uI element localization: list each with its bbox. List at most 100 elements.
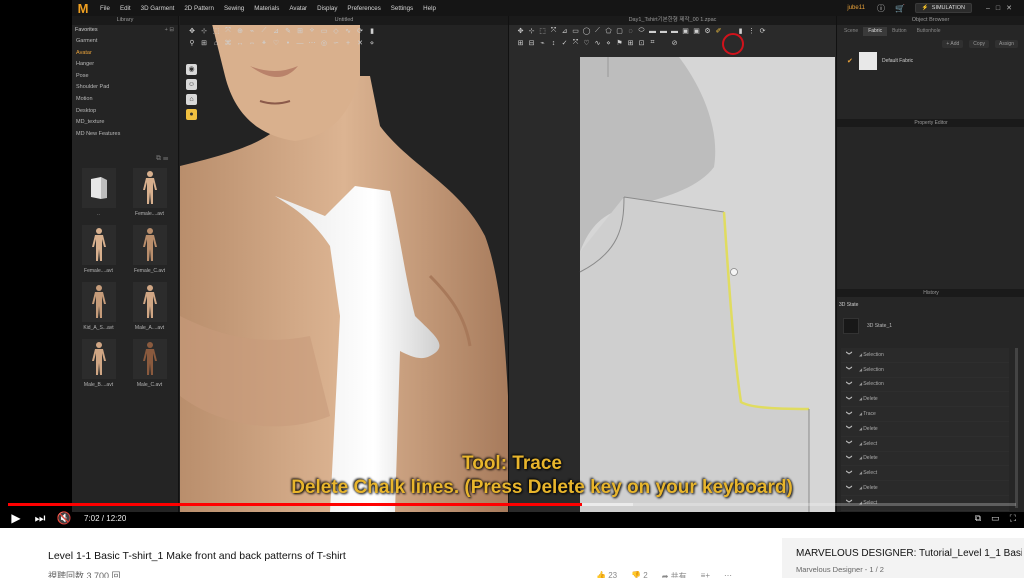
loop-icon[interactable]: ⟳ bbox=[354, 27, 366, 35]
box-3-icon[interactable]: ⊞ bbox=[625, 39, 636, 47]
select-icon[interactable]: ⬚ bbox=[210, 27, 222, 35]
playlist-panel[interactable]: MARVELOUS DESIGNER: Tutorial_Level 1_1 B… bbox=[782, 538, 1024, 578]
viewport-2d[interactable]: Day1_Tshirt기본한형 제작_00 1.zpac ✥ ⊹ ⬚ ⤧ ⊿ ▭ ◯ ⟋ ⬠ ▢ ◌… bbox=[508, 16, 836, 512]
expand-icon[interactable]: ❯ bbox=[846, 366, 853, 374]
ruler-icon[interactable]: ⊞ bbox=[294, 27, 306, 35]
favorite-item-motion[interactable]: Motion bbox=[72, 94, 178, 106]
brush-icon[interactable]: ⟋ bbox=[258, 27, 270, 35]
heart-2-icon[interactable]: ♡ bbox=[581, 39, 592, 47]
bar-icon[interactable]: ▮ bbox=[366, 27, 378, 35]
plus-icon[interactable]: + bbox=[342, 40, 354, 47]
fabric-row[interactable]: ✔ Default Fabric bbox=[837, 52, 1024, 70]
favorite-item-shoulder-pad[interactable]: Shoulder Pad bbox=[72, 82, 178, 94]
expand-icon[interactable]: ❯ bbox=[846, 425, 853, 433]
menu-item-avatar[interactable]: Avatar bbox=[289, 5, 307, 12]
menu-item-2d-pattern[interactable]: 2D Pattern bbox=[184, 5, 214, 12]
window-controls[interactable]: –□✕ bbox=[986, 4, 1018, 12]
theater-icon[interactable]: ▭ bbox=[991, 513, 1000, 524]
menu-item-sewing[interactable]: Sewing bbox=[224, 5, 244, 12]
play-icon[interactable]: ▶ bbox=[8, 511, 24, 525]
fold-icon[interactable]: ⤧ bbox=[222, 27, 234, 35]
edit-point-icon[interactable]: ⊹ bbox=[526, 27, 537, 35]
cart-icon[interactable]: 🛒 bbox=[895, 4, 905, 13]
person-icon[interactable]: ☺ bbox=[186, 79, 197, 90]
avatar-item[interactable]: Female....avt bbox=[76, 225, 121, 279]
check-sew-icon[interactable]: ✓ bbox=[559, 39, 570, 47]
favorite-item-md-new-features[interactable]: MD New Features bbox=[72, 129, 178, 141]
button-icon[interactable]: ◎ bbox=[318, 39, 330, 47]
rect-fill-icon[interactable]: ▬ bbox=[647, 28, 658, 35]
pen-icon[interactable]: ✎ bbox=[282, 27, 294, 35]
dart-icon[interactable]: ⟋ bbox=[592, 27, 603, 35]
tab-button[interactable]: Button bbox=[887, 27, 911, 36]
favorite-item-pose[interactable]: Pose bbox=[72, 71, 178, 83]
expand-icon[interactable]: ❯ bbox=[846, 351, 853, 359]
pipe-icon[interactable]: ▭ bbox=[318, 27, 330, 35]
trace-tool-icon[interactable]: ✐ bbox=[713, 27, 724, 35]
share-button[interactable]: ➦ 共有 bbox=[662, 571, 687, 578]
polygon-icon[interactable]: ⊿ bbox=[559, 27, 570, 35]
history-item[interactable]: ❯ Trace bbox=[841, 407, 1009, 422]
tab-fabric[interactable]: Fabric bbox=[863, 27, 888, 36]
avatar-item[interactable]: Male_B....avt bbox=[76, 339, 121, 393]
menu-item-materials[interactable]: Materials bbox=[254, 5, 279, 12]
history-item[interactable]: ❯ Delete bbox=[841, 392, 1009, 408]
tack-icon[interactable]: ⊹ bbox=[198, 27, 210, 35]
video-player[interactable]: M File Edit 3D Garment 2D Pattern Sewing Mate… bbox=[0, 0, 1024, 528]
fabric-action-button[interactable]: + Add bbox=[942, 40, 964, 48]
fabric-action-button[interactable]: Assign bbox=[994, 40, 1018, 48]
heart-icon[interactable]: ♡ bbox=[270, 39, 282, 47]
measure-2-icon[interactable]: ↔ bbox=[234, 40, 246, 47]
box-2-icon[interactable]: ▣ bbox=[691, 27, 702, 35]
avatar-item[interactable]: Male_C.avt bbox=[127, 339, 172, 393]
history-item[interactable]: ❯ Selection bbox=[841, 348, 1009, 363]
user-name[interactable]: jube11 bbox=[847, 5, 865, 11]
expand-icon[interactable]: ❯ bbox=[846, 440, 853, 448]
history-item[interactable]: ❯ Delete bbox=[841, 421, 1009, 437]
favorite-item-hanger[interactable]: Hanger bbox=[72, 59, 178, 71]
expand-icon[interactable]: ❯ bbox=[846, 484, 853, 492]
favorite-item-desktop[interactable]: Desktop bbox=[72, 106, 178, 118]
next-icon[interactable]: ⏭ bbox=[32, 511, 48, 526]
ruler-2-icon[interactable]: ⇔ bbox=[246, 40, 258, 47]
free-sew-icon[interactable]: ⊟ bbox=[526, 39, 537, 47]
expand-icon[interactable]: ❯ bbox=[846, 469, 853, 477]
menu-item-file[interactable]: File bbox=[100, 5, 110, 12]
zipper-icon[interactable]: ⋯ bbox=[306, 39, 318, 47]
menu-item-edit[interactable]: Edit bbox=[120, 5, 131, 12]
add-point-icon[interactable]: ⤧ bbox=[548, 27, 559, 35]
circle-tool-icon[interactable]: ◯ bbox=[581, 27, 592, 35]
topstitch-icon[interactable]: ∿ bbox=[592, 39, 603, 47]
edit-curve-icon[interactable]: ⬚ bbox=[537, 27, 548, 35]
menu-item-display[interactable]: Display bbox=[317, 5, 337, 12]
ellipse-icon[interactable]: ⬭ bbox=[636, 27, 647, 35]
shirt-icon[interactable]: ⌂ bbox=[186, 94, 197, 105]
dot-icon[interactable]: • bbox=[282, 40, 294, 47]
fabric-swatch[interactable] bbox=[859, 52, 877, 70]
favorites-actions-icon[interactable]: + ⊟ bbox=[165, 25, 174, 36]
seg-sew-icon[interactable]: ↕ bbox=[548, 40, 559, 47]
rectangle-tool-icon[interactable]: ▭ bbox=[570, 27, 581, 35]
menu-item-help[interactable]: Help bbox=[423, 5, 436, 12]
expand-icon[interactable]: ❯ bbox=[846, 410, 853, 418]
knife-icon[interactable]: ⟡ bbox=[306, 27, 318, 35]
avatar-head-icon[interactable]: ● bbox=[186, 109, 197, 120]
expand-icon[interactable]: ❯ bbox=[846, 454, 853, 462]
history-item[interactable]: ❯ Selection bbox=[841, 377, 1009, 393]
tab-scene[interactable]: Scene bbox=[839, 27, 863, 36]
fullscreen-icon[interactable]: ⛶ bbox=[1010, 513, 1016, 524]
dislike-button[interactable]: 👎 2 bbox=[631, 571, 648, 578]
expand-icon[interactable]: ❯ bbox=[846, 380, 853, 388]
internal-circle-icon[interactable]: ◌ bbox=[625, 28, 636, 35]
simulation-button[interactable]: ⚡ SIMULATION bbox=[914, 3, 972, 13]
edit-sew-icon[interactable]: ⌁ bbox=[537, 39, 548, 47]
avatar-item[interactable]: .. bbox=[76, 168, 121, 222]
progress-bar[interactable] bbox=[8, 503, 1016, 506]
avatar-icon[interactable]: ⚲ bbox=[186, 39, 198, 47]
flag-icon[interactable]: ⚑ bbox=[614, 39, 625, 47]
more-icon[interactable]: ⋯ bbox=[724, 571, 732, 578]
history-scrollbar[interactable] bbox=[1015, 348, 1018, 508]
history-item[interactable]: ❯ Delete bbox=[841, 481, 1009, 496]
avatar-item[interactable]: Female_C.avt bbox=[127, 225, 172, 279]
history-item[interactable]: ❯ Select bbox=[841, 466, 1009, 482]
